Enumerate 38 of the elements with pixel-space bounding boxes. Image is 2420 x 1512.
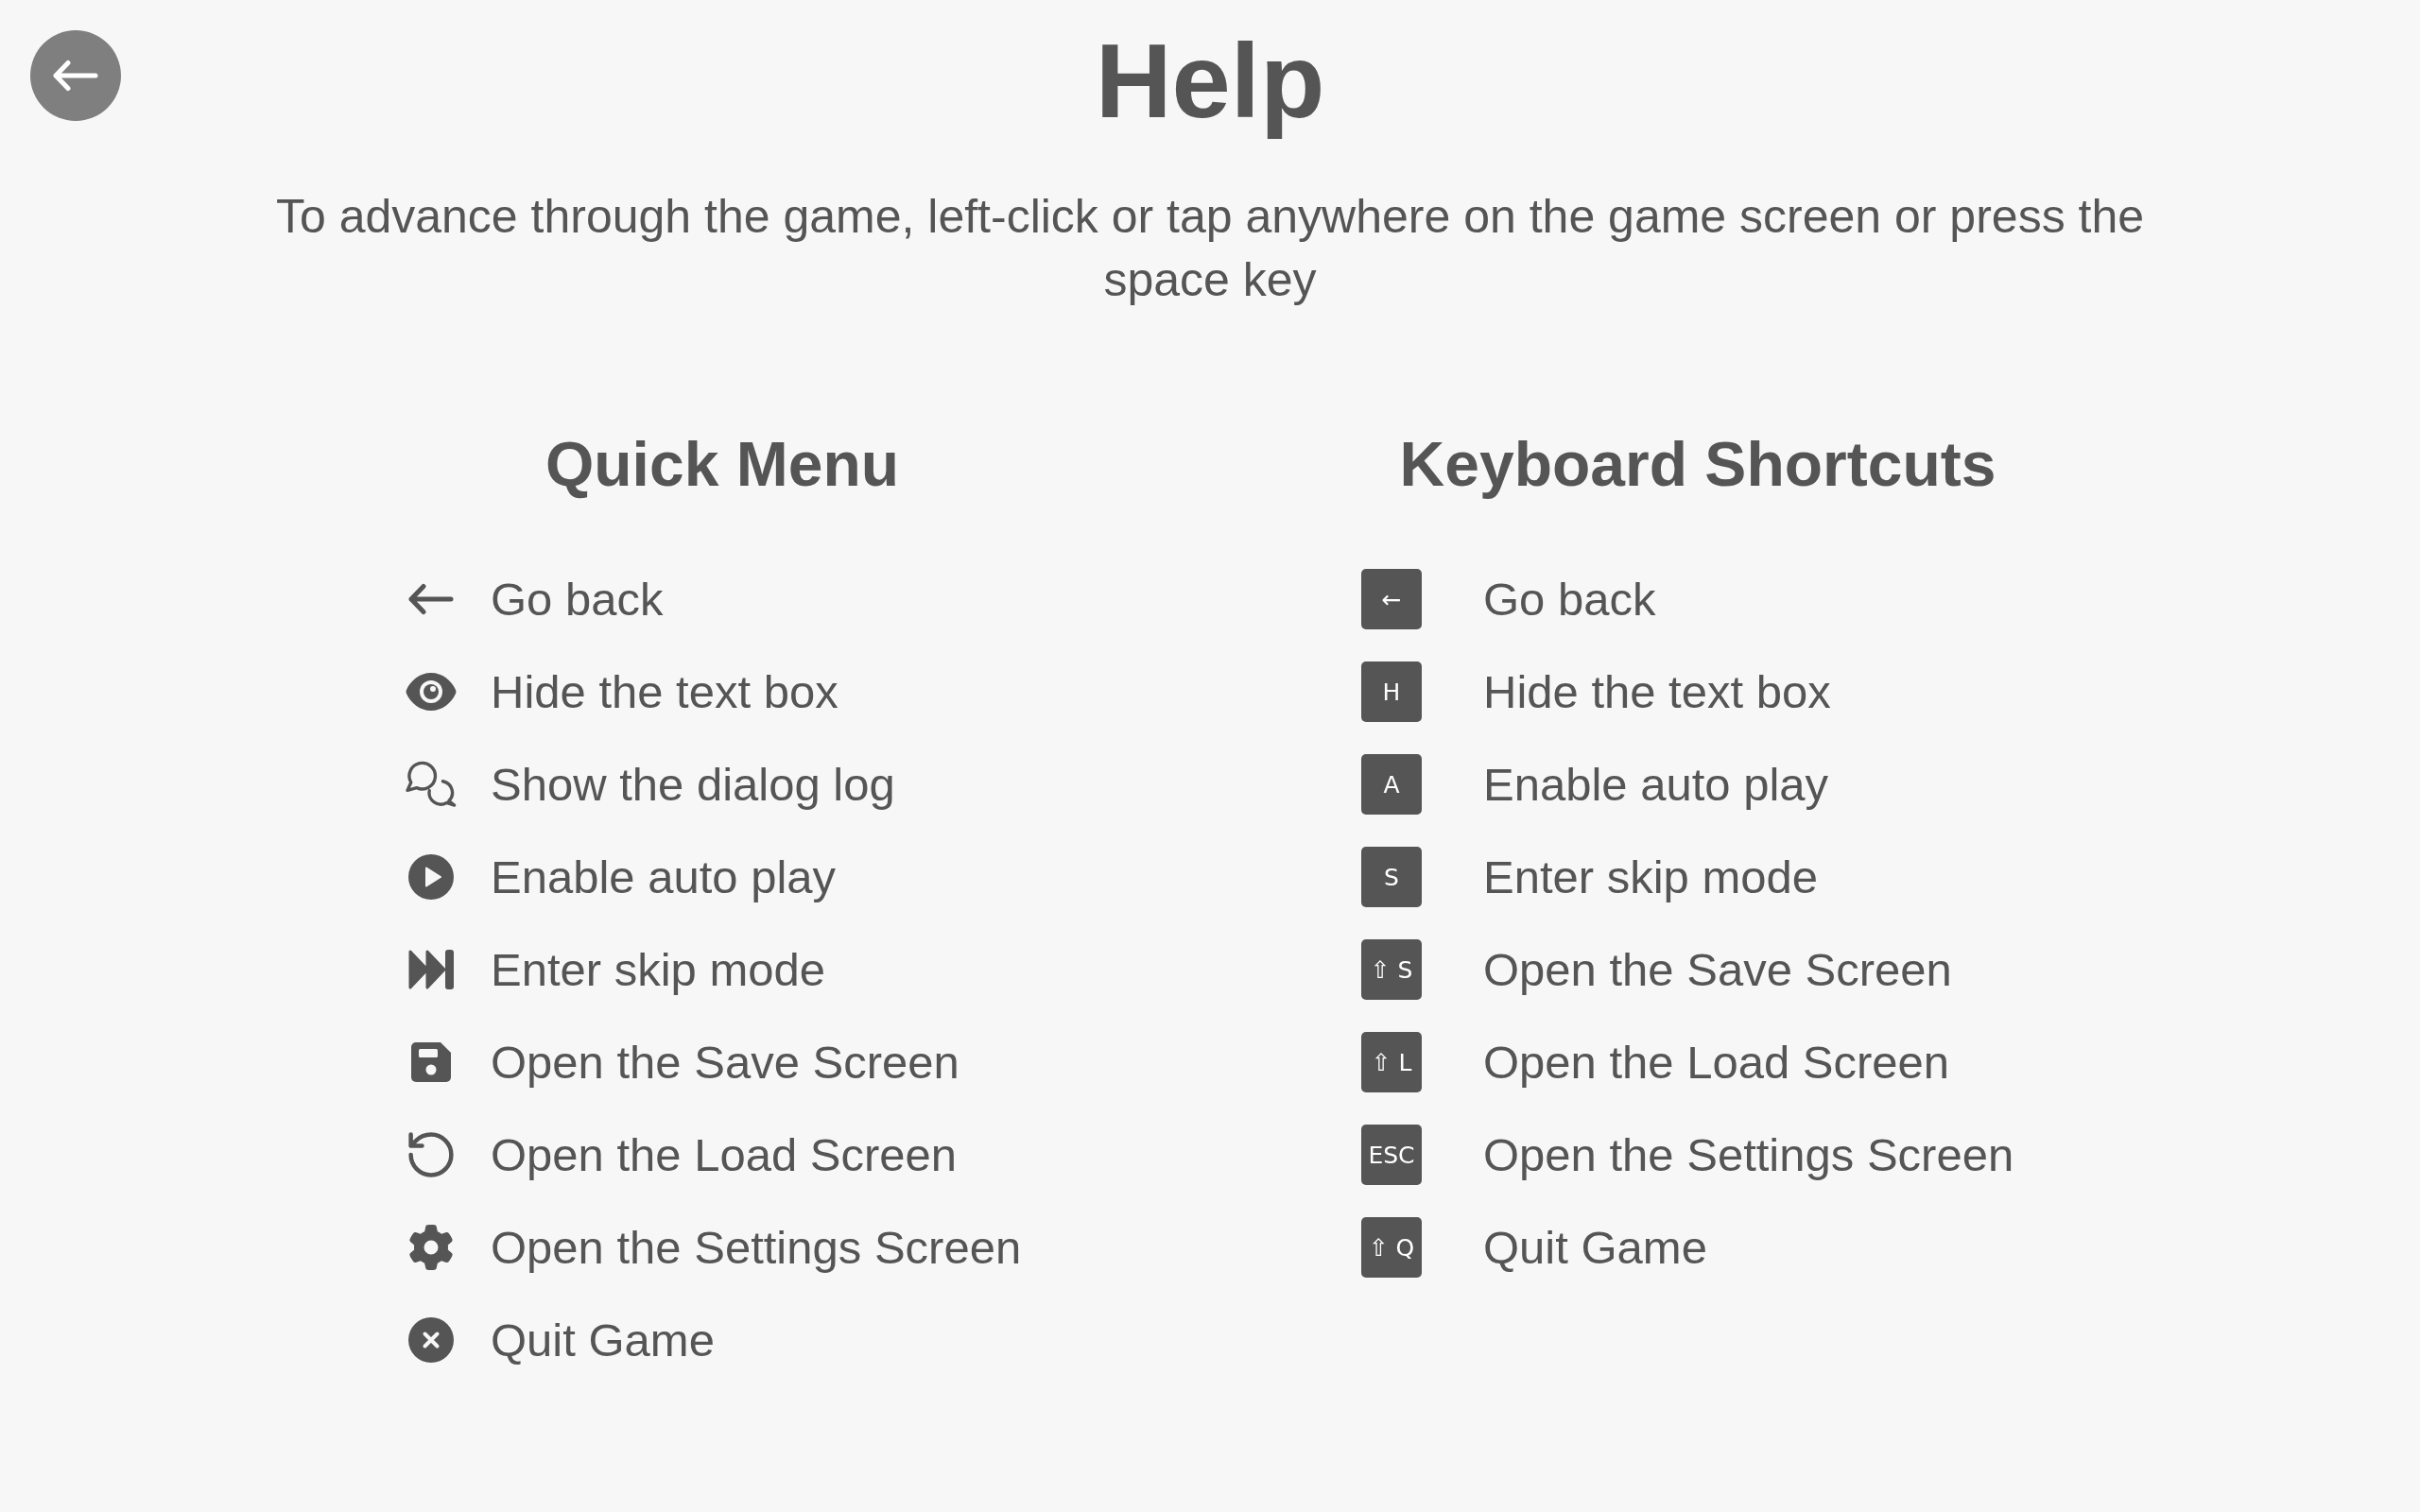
- shortcut-label: Open the Settings Screen: [1483, 1127, 2014, 1182]
- close-circle-icon: [408, 1317, 454, 1364]
- menu-item-label: Go back: [491, 572, 664, 627]
- keyboard-key: ⇧ S: [1361, 939, 1422, 1001]
- menu-item-label: Enter skip mode: [491, 942, 826, 997]
- keyboard-key: S: [1361, 847, 1422, 908]
- shortcut-label: Enable auto play: [1483, 757, 1829, 812]
- menu-item-label: Open the Load Screen: [491, 1127, 958, 1182]
- skip-forward-icon: [408, 950, 454, 990]
- section-heading: Keyboard Shortcuts: [1399, 428, 1996, 501]
- shortcut-label: Open the Save Screen: [1483, 942, 1952, 997]
- section-heading: Quick Menu: [544, 428, 900, 501]
- instructions-text: To advance through the game, left-click or tap anywhere on the game screen or press the space key: [274, 189, 2146, 308]
- keyboard-key: ←: [1361, 569, 1422, 630]
- shortcut-label: Quit Game: [1483, 1220, 1707, 1275]
- keyboard-key: A: [1361, 754, 1422, 816]
- keyboard-key: ⇧ Q: [1361, 1217, 1422, 1279]
- keyboard-key: ⇧ L: [1361, 1032, 1422, 1093]
- circular-arrow-icon: [408, 1132, 454, 1178]
- shortcut-label: Hide the text box: [1483, 664, 1831, 719]
- arrow-left-icon: [53, 59, 98, 93]
- eye-icon: [406, 673, 457, 712]
- menu-item-label: Open the Settings Screen: [491, 1220, 1022, 1275]
- menu-item-label: Open the Save Screen: [491, 1035, 959, 1090]
- shortcut-label: Open the Load Screen: [1483, 1035, 1950, 1090]
- gear-icon: [408, 1225, 454, 1271]
- keyboard-key: H: [1361, 662, 1422, 723]
- keyboard-key: ESC: [1361, 1125, 1422, 1186]
- arrow-left-icon: [408, 582, 454, 617]
- play-circle-icon: [408, 854, 454, 901]
- menu-item-label: Show the dialog log: [491, 757, 895, 812]
- menu-item-label: Quit Game: [491, 1313, 715, 1367]
- menu-item-label: Enable auto play: [491, 850, 837, 904]
- shortcut-label: Go back: [1483, 572, 1656, 627]
- page-title: Help: [1095, 21, 1325, 142]
- shortcut-label: Enter skip mode: [1483, 850, 1819, 904]
- chat-bubbles-icon: [406, 761, 457, 809]
- menu-item-label: Hide the text box: [491, 664, 838, 719]
